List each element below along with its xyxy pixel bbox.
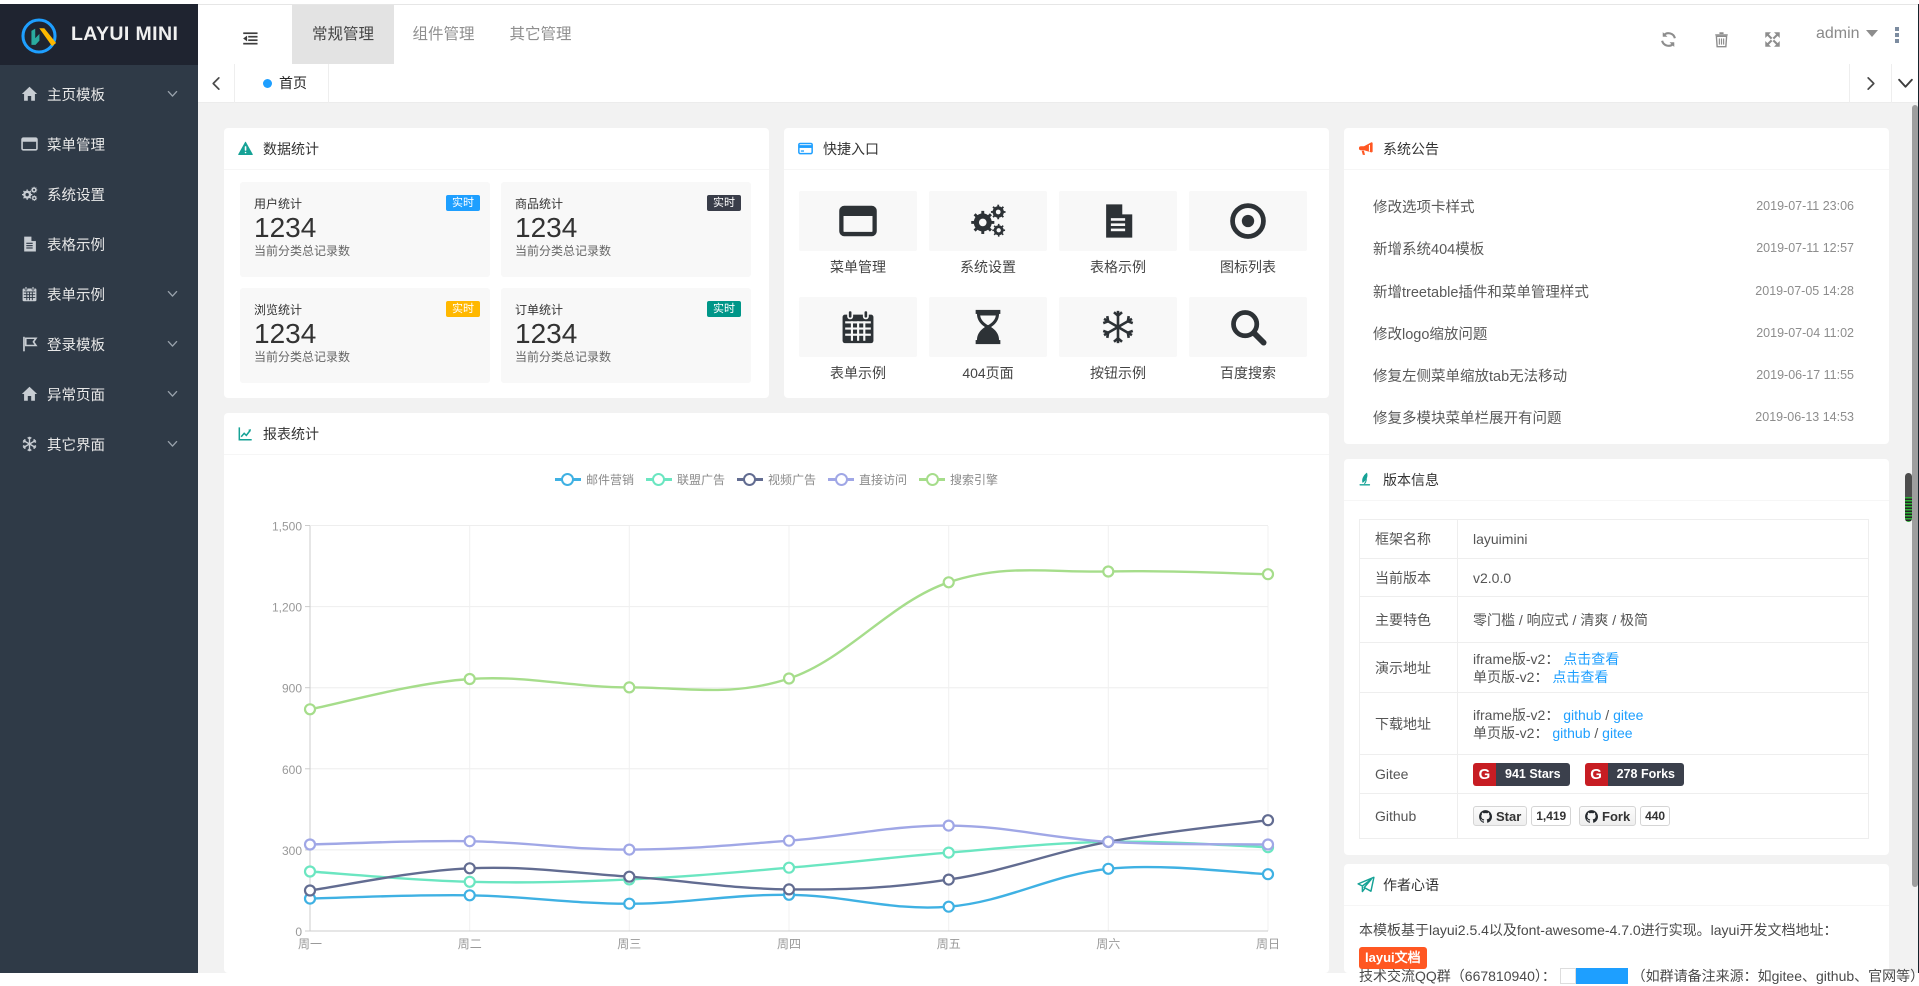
svg-text:周五: 周五 xyxy=(937,937,961,951)
svg-text:周三: 周三 xyxy=(617,937,641,951)
svg-text:1,200: 1,200 xyxy=(272,601,302,615)
svg-text:周一: 周一 xyxy=(298,937,322,951)
svg-text:900: 900 xyxy=(282,682,302,696)
svg-text:周日: 周日 xyxy=(1256,937,1280,951)
svg-text:周二: 周二 xyxy=(458,937,482,951)
svg-text:周四: 周四 xyxy=(777,937,801,951)
svg-text:300: 300 xyxy=(282,844,302,858)
svg-text:600: 600 xyxy=(282,763,302,777)
svg-text:周六: 周六 xyxy=(1096,937,1120,951)
svg-text:1,500: 1,500 xyxy=(272,520,302,534)
